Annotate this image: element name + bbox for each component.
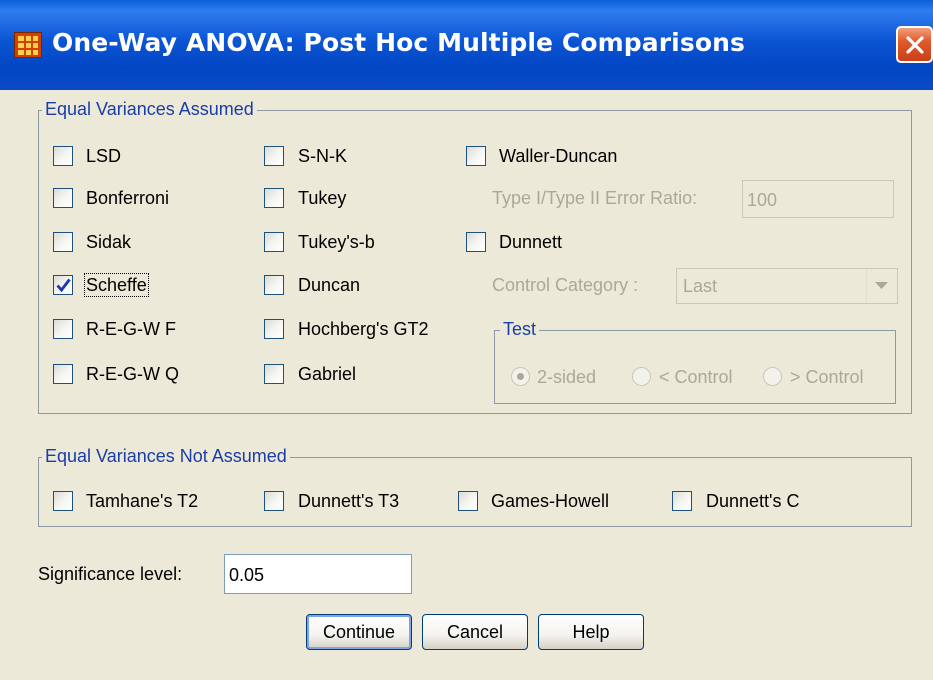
chevron-down-icon	[875, 282, 888, 289]
control-category-dropdown[interactable]: Last	[676, 268, 898, 304]
tukey-label[interactable]: Tukey	[298, 187, 346, 209]
close-icon	[906, 36, 924, 54]
gabriel-label[interactable]: Gabriel	[298, 363, 356, 385]
equal-variances-not-assumed-legend: Equal Variances Not Assumed	[42, 446, 290, 467]
title-bar[interactable]: One-Way ANOVA: Post Hoc Multiple Compari…	[0, 0, 933, 90]
dunnett-label[interactable]: Dunnett	[499, 231, 562, 253]
tamhane-label[interactable]: Tamhane's T2	[86, 490, 198, 512]
table-grid-icon	[14, 32, 42, 58]
scheffe-checkbox[interactable]	[53, 275, 73, 295]
post-hoc-dialog: One-Way ANOVA: Post Hoc Multiple Compari…	[0, 0, 933, 680]
regwf-checkbox[interactable]	[53, 319, 73, 339]
duncan-label[interactable]: Duncan	[298, 274, 360, 296]
dunnetts-c-label[interactable]: Dunnett's C	[706, 490, 799, 512]
duncan-checkbox[interactable]	[264, 275, 284, 295]
hochberg-label[interactable]: Hochberg's GT2	[298, 318, 429, 340]
sidak-label[interactable]: Sidak	[86, 231, 131, 253]
bonferroni-checkbox[interactable]	[53, 188, 73, 208]
lsd-checkbox[interactable]	[53, 146, 73, 166]
test-legend: Test	[500, 319, 540, 340]
scheffe-label-text: Scheffe	[84, 273, 149, 297]
games-howell-checkbox[interactable]	[458, 491, 478, 511]
tukeys-b-checkbox[interactable]	[264, 232, 284, 252]
regwf-label[interactable]: R-E-G-W F	[86, 318, 176, 340]
waller-duncan-label[interactable]: Waller-Duncan	[499, 145, 617, 167]
less-control-radio[interactable]	[632, 367, 651, 386]
snk-checkbox[interactable]	[264, 146, 284, 166]
dunnetts-t3-label[interactable]: Dunnett's T3	[298, 490, 399, 512]
games-howell-label[interactable]: Games-Howell	[491, 490, 609, 512]
dunnetts-t3-checkbox[interactable]	[264, 491, 284, 511]
checkmark-icon	[56, 278, 71, 293]
dunnett-checkbox[interactable]	[466, 232, 486, 252]
tukey-checkbox[interactable]	[264, 188, 284, 208]
scheffe-label[interactable]: Scheffe	[84, 273, 149, 297]
error-ratio-input[interactable]: 100	[742, 180, 894, 218]
lsd-label[interactable]: LSD	[86, 145, 121, 167]
bonferroni-label[interactable]: Bonferroni	[86, 187, 169, 209]
hochberg-checkbox[interactable]	[264, 319, 284, 339]
continue-button[interactable]: Continue	[306, 614, 412, 650]
control-category-label: Control Category :	[492, 275, 639, 295]
significance-level-label: Significance level:	[38, 564, 183, 584]
window-title: One-Way ANOVA: Post Hoc Multiple Compari…	[52, 28, 745, 57]
two-sided-radio[interactable]	[511, 367, 530, 386]
regwq-label[interactable]: R-E-G-W Q	[86, 363, 179, 385]
equal-variances-assumed-legend: Equal Variances Assumed	[42, 99, 257, 120]
greater-control-radio[interactable]	[763, 367, 782, 386]
greater-control-label[interactable]: > Control	[790, 366, 864, 388]
tukeys-b-label[interactable]: Tukey's-b	[298, 231, 375, 253]
less-control-label[interactable]: < Control	[659, 366, 733, 388]
help-button[interactable]: Help	[538, 614, 644, 650]
close-button[interactable]	[896, 26, 933, 63]
sidak-checkbox[interactable]	[53, 232, 73, 252]
regwq-checkbox[interactable]	[53, 364, 73, 384]
tamhane-checkbox[interactable]	[53, 491, 73, 511]
significance-level-input[interactable]: 0.05	[224, 554, 412, 594]
waller-duncan-checkbox[interactable]	[466, 146, 486, 166]
gabriel-checkbox[interactable]	[264, 364, 284, 384]
dunnetts-c-checkbox[interactable]	[672, 491, 692, 511]
snk-label[interactable]: S-N-K	[298, 145, 347, 167]
error-ratio-label: Type I/Type II Error Ratio:	[492, 188, 698, 208]
two-sided-label[interactable]: 2-sided	[537, 366, 596, 388]
control-category-value: Last	[683, 276, 718, 296]
dropdown-arrow[interactable]	[866, 269, 897, 303]
cancel-button[interactable]: Cancel	[422, 614, 528, 650]
